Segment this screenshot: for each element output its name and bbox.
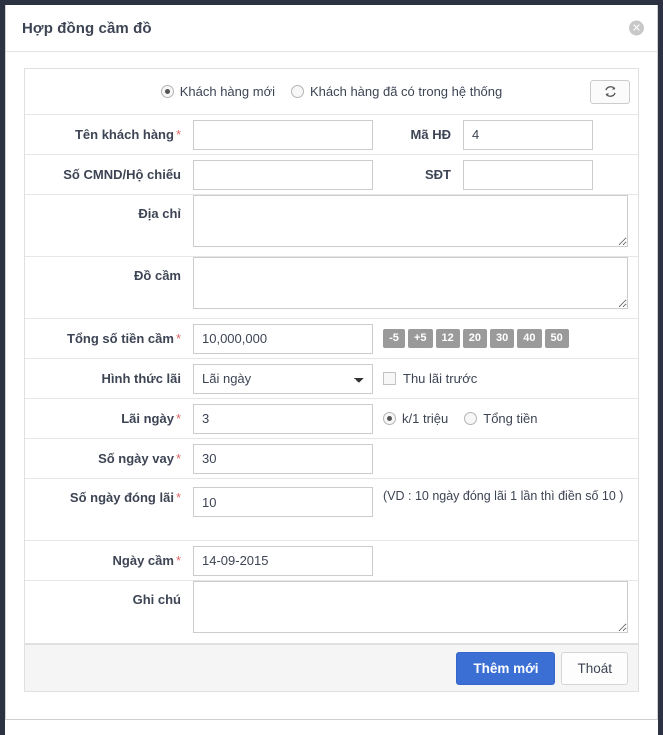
required-marker: * [175, 331, 181, 346]
field-daily-interest [193, 403, 373, 434]
radio-existing-customer-label: Khách hàng đã có trong hệ thống [309, 84, 503, 99]
field-interest-period-days [193, 479, 373, 517]
row-id-number: Số CMND/Hộ chiếu SĐT [25, 155, 638, 195]
radio-dot-icon [464, 412, 478, 425]
interest-period-hint: (VD : 10 ngày đóng lãi 1 lần thì điền số… [383, 489, 624, 503]
prepay-interest-label: Thu lãi trước [403, 371, 478, 386]
row-daily-interest: Lãi ngày* k/1 triệu [25, 399, 638, 439]
required-marker: * [175, 553, 181, 568]
row-interest-period-days: Số ngày đóng lãi* (VD : 10 ngày đóng lãi… [25, 479, 638, 541]
amount-button-50[interactable]: 50 [544, 329, 569, 348]
row-pawn-date: Ngày cầm * [25, 541, 638, 581]
radio-dot-icon [383, 412, 396, 425]
radio-basis-total-label: Tổng tiền [483, 411, 538, 426]
label-total-amount: Tổng số tiền cầm * [67, 331, 181, 346]
id-number-input[interactable] [193, 159, 373, 190]
screenshot-root: Hợp đồng cầm đồ ✕ Khách hàng mới Khách h… [0, 0, 663, 735]
checkbox-icon [383, 372, 396, 385]
customer-mode-radio-group: Khách hàng mới Khách hàng đã có trong hệ… [160, 84, 503, 99]
dialog-header: Hợp đồng cầm đồ ✕ [6, 5, 657, 52]
radio-basis-total[interactable]: Tổng tiền [464, 411, 537, 426]
label-contract-code: Mã HĐ [410, 127, 451, 142]
amount-quick-buttons: -5 +5 12 20 30 40 50 [373, 329, 569, 348]
amount-button-minus5[interactable]: -5 [383, 329, 405, 348]
row-total-amount: Tổng số tiền cầm* -5 +5 12 20 30 40 50 [25, 319, 638, 359]
customer-mode-row: Khách hàng mới Khách hàng đã có trong hệ… [25, 69, 638, 115]
radio-dot-icon [160, 85, 174, 98]
row-customer-name: Tên khách hàng * Mã HĐ [25, 115, 638, 155]
address-textarea[interactable] [193, 195, 628, 247]
field-note [193, 581, 638, 643]
interest-basis-radio-group: k/1 triệu Tổng tiền [383, 411, 638, 426]
radio-dot-icon [290, 85, 304, 98]
label-address: Địa chỉ [138, 206, 181, 221]
cancel-button[interactable]: Thoát [561, 651, 628, 685]
label-id-number: Số CMND/Hộ chiếu [63, 167, 181, 182]
close-icon[interactable]: ✕ [629, 20, 644, 36]
required-marker: * [175, 411, 181, 426]
field-contract-code [463, 119, 593, 150]
radio-basis-per-million-label: k/1 triệu [402, 411, 449, 426]
label-note: Ghi chú [132, 592, 181, 607]
dialog-body: Khách hàng mới Khách hàng đã có trong hệ… [6, 52, 657, 644]
row-note: Ghi chú [25, 581, 638, 644]
radio-new-customer-label: Khách hàng mới [179, 84, 275, 99]
row-loan-days: Số ngày vay * [25, 439, 638, 479]
refresh-button[interactable] [590, 79, 630, 104]
loan-days-input[interactable] [193, 443, 373, 474]
label-customer-name: Tên khách hàng * [74, 127, 181, 142]
interest-basis-wrap: k/1 triệu Tổng tiền [373, 411, 638, 426]
prepay-interest-wrap: Thu lãi trước [373, 371, 638, 386]
row-pawn-item: Đồ cầm [25, 257, 638, 319]
required-marker: * [175, 490, 181, 505]
browser-chrome-right [658, 0, 663, 735]
pawn-contract-dialog: Hợp đồng cầm đồ ✕ Khách hàng mới Khách h… [5, 5, 658, 720]
label-interest-period-days: Số ngày đóng lãi * [69, 490, 181, 505]
dialog-footer: Thêm mới Thoát [24, 644, 639, 692]
label-daily-interest: Lãi ngày * [121, 411, 181, 426]
phone-input[interactable] [463, 159, 593, 190]
customer-name-input[interactable] [193, 119, 373, 150]
label-pawn-date: Ngày cầm * [112, 553, 181, 568]
daily-interest-input[interactable] [193, 403, 373, 434]
interest-period-days-input[interactable] [193, 487, 373, 517]
interest-period-hint-wrap: (VD : 10 ngày đóng lãi 1 lần thì điền số… [373, 479, 638, 505]
note-textarea[interactable] [193, 581, 628, 633]
field-total-amount [193, 323, 373, 354]
amount-button-40[interactable]: 40 [517, 329, 542, 348]
amount-button-12[interactable]: 12 [435, 329, 460, 348]
radio-new-customer[interactable]: Khách hàng mới [160, 84, 275, 99]
label-interest-type: Hình thức lãi [101, 371, 181, 386]
page-title: Hợp đồng cầm đồ [22, 19, 152, 37]
row-interest-type: Hình thức lãi Lãi ngày Thu lãi trước [25, 359, 638, 399]
field-pawn-date [193, 545, 373, 576]
interest-type-select[interactable]: Lãi ngày [193, 363, 373, 394]
radio-basis-per-million[interactable]: k/1 triệu [383, 411, 448, 426]
prepay-interest-checkbox[interactable]: Thu lãi trước [383, 371, 638, 386]
field-interest-type: Lãi ngày [193, 363, 373, 394]
label-pawn-item: Đồ cầm [134, 268, 181, 283]
refresh-icon [604, 85, 617, 98]
label-phone: SĐT [425, 167, 451, 182]
field-pawn-item [193, 257, 638, 309]
amount-button-plus5[interactable]: +5 [408, 329, 433, 348]
contract-form: Khách hàng mới Khách hàng đã có trong hệ… [24, 68, 639, 644]
radio-existing-customer[interactable]: Khách hàng đã có trong hệ thống [290, 84, 503, 99]
required-marker: * [175, 127, 181, 142]
amount-button-20[interactable]: 20 [462, 329, 488, 348]
row-address: Địa chỉ [25, 195, 638, 257]
field-loan-days [193, 443, 373, 474]
pawn-date-input[interactable] [193, 545, 373, 576]
field-customer-name [193, 119, 373, 150]
contract-code-input[interactable] [463, 119, 593, 150]
submit-button[interactable]: Thêm mới [456, 651, 556, 685]
label-loan-days: Số ngày vay * [98, 451, 181, 466]
required-marker: * [175, 451, 181, 466]
amount-button-30[interactable]: 30 [490, 329, 515, 348]
total-amount-input[interactable] [193, 323, 373, 354]
field-address [193, 195, 638, 247]
field-phone [463, 159, 593, 190]
pawn-item-textarea[interactable] [193, 257, 628, 309]
field-id-number [193, 159, 373, 190]
